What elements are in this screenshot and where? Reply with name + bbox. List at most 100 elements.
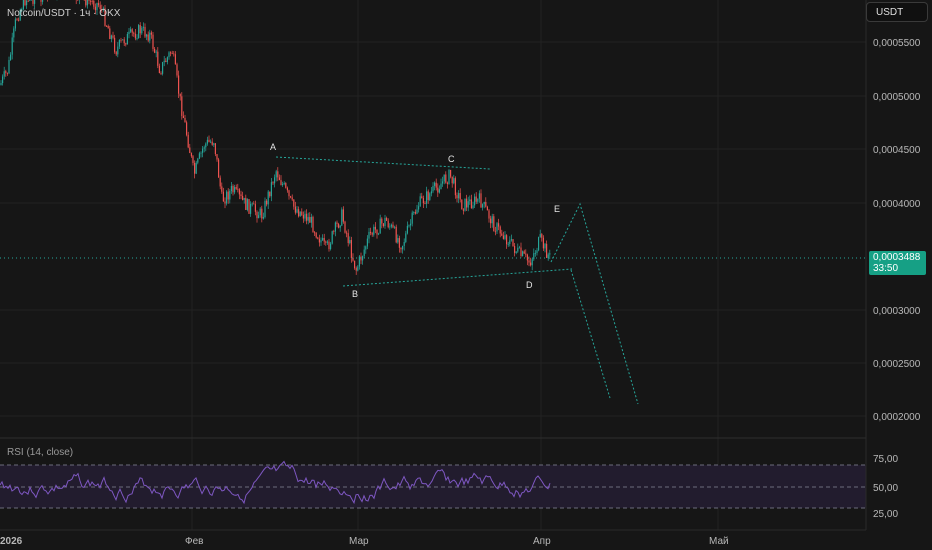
candle-body <box>502 235 504 239</box>
candle-body <box>379 218 381 234</box>
candle-body <box>85 0 87 6</box>
candle-body <box>278 177 280 181</box>
candle-body <box>245 197 247 210</box>
candle-body <box>410 223 412 226</box>
candle-body <box>14 19 16 29</box>
candle-body <box>394 226 396 228</box>
candle-body <box>277 171 279 178</box>
candle-body <box>195 162 197 174</box>
candle-body <box>120 39 122 41</box>
time-label: Мар <box>349 536 369 547</box>
candle-body <box>29 0 31 1</box>
candle-body <box>267 191 269 205</box>
candle-body <box>251 203 253 205</box>
candle-body <box>210 141 212 143</box>
candle-body <box>542 237 544 249</box>
candle-body <box>146 34 148 37</box>
candle-body <box>395 226 397 243</box>
candle-body <box>5 71 7 73</box>
candle-body <box>221 186 223 192</box>
candle-body <box>114 37 116 52</box>
candle-body <box>203 147 205 149</box>
candle-body <box>398 238 400 248</box>
candle-body <box>384 217 386 227</box>
candle-body <box>485 201 487 207</box>
wave-label-c: C <box>448 154 455 164</box>
candle-body <box>414 211 416 214</box>
candle-body <box>344 221 346 233</box>
candle-body <box>491 216 493 224</box>
trading-chart[interactable]: RSI (14, close) A B C D E Notcoin/USDT ·… <box>0 0 932 550</box>
wave-label-a: A <box>270 142 276 152</box>
last-price-value: 0,0003488 <box>873 252 921 263</box>
candle-body <box>541 234 543 238</box>
candle-body <box>525 253 527 255</box>
candle-body <box>142 26 144 28</box>
candle-body <box>390 224 392 227</box>
candle-body <box>246 199 248 210</box>
candle-body <box>547 254 549 258</box>
candle-body <box>242 196 244 200</box>
price-label: 0,0004000 <box>873 199 921 210</box>
candle-body <box>258 215 260 219</box>
candle-body <box>459 193 461 200</box>
candle-body <box>323 237 325 242</box>
candle-body <box>408 225 410 227</box>
candle-body <box>179 93 181 97</box>
candle-body <box>304 213 306 219</box>
candle-body <box>181 96 183 116</box>
wave-label-e: E <box>554 204 560 214</box>
candle-body <box>157 51 159 66</box>
candle-body <box>176 64 178 76</box>
candle-body <box>397 238 399 243</box>
candle-body <box>453 178 455 184</box>
candle-body <box>282 184 284 185</box>
candle-body <box>24 0 26 6</box>
candle-body <box>317 237 319 239</box>
candle-body <box>280 180 282 185</box>
candle-body <box>166 57 168 62</box>
candle-body <box>312 216 314 233</box>
candle-body <box>160 72 162 74</box>
candle-body <box>234 187 236 193</box>
candle-body <box>98 3 100 6</box>
candle-body <box>320 240 322 243</box>
candle-body <box>123 39 125 44</box>
candle-body <box>387 220 389 228</box>
currency-button[interactable]: USDT <box>866 2 928 22</box>
candle-body <box>326 241 328 243</box>
candle-body <box>366 238 368 247</box>
candle-body <box>309 217 311 223</box>
candle-body <box>518 247 520 249</box>
candle-body <box>515 251 517 253</box>
candle-body <box>325 241 327 243</box>
candle-body <box>240 194 242 197</box>
candle-body <box>290 196 292 198</box>
candle-body <box>13 28 15 38</box>
candle-body <box>493 216 495 232</box>
candle-body <box>110 35 112 39</box>
candle-body <box>373 226 375 235</box>
candle-body <box>357 266 359 271</box>
candle-body <box>437 187 439 193</box>
candle-body <box>400 247 402 250</box>
candle-body <box>341 209 343 226</box>
time-label: Май <box>709 536 729 547</box>
candle-body <box>510 239 512 241</box>
price-label: 0,0005500 <box>873 38 921 49</box>
candle-body <box>3 71 5 77</box>
candle-body <box>11 37 13 55</box>
candle-body <box>198 153 200 159</box>
candle-body <box>429 193 431 200</box>
candle-body <box>307 217 309 221</box>
candle-body <box>517 247 519 252</box>
candle-body <box>168 52 170 58</box>
candle-body <box>448 169 450 184</box>
main-pane-bg <box>0 0 866 438</box>
candle-body <box>421 196 423 199</box>
candle-body <box>306 213 308 221</box>
candle-body <box>208 139 210 142</box>
candle-body <box>138 25 140 39</box>
candle-body <box>334 222 336 232</box>
candle-body <box>42 0 44 2</box>
